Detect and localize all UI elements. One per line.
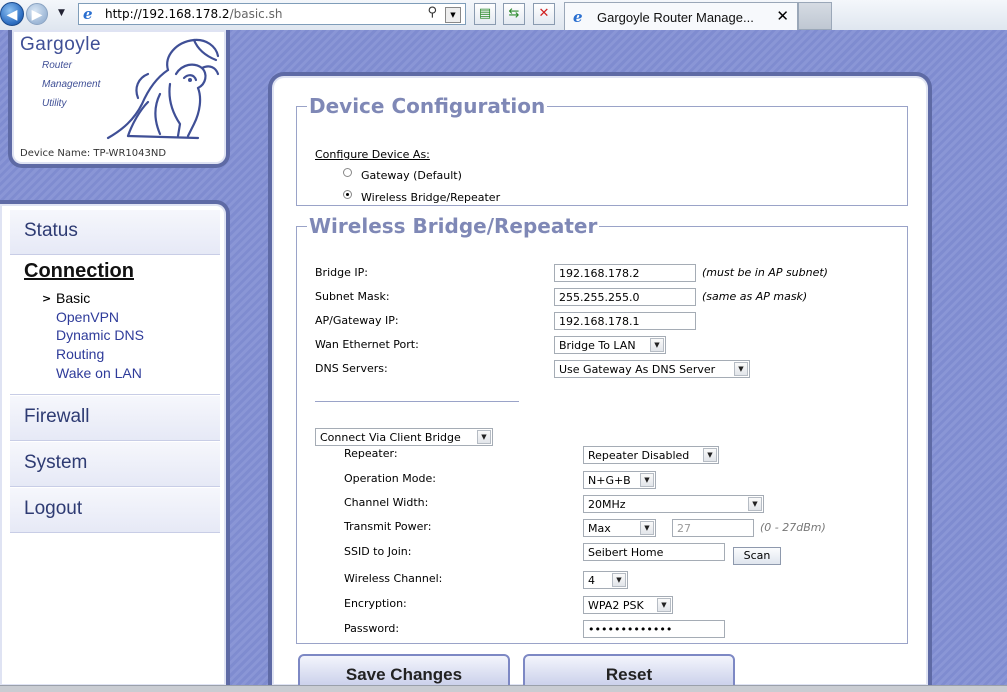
tab-title: Gargoyle Router Manage... [597,10,754,25]
sidebar-item-system[interactable]: System [10,442,220,487]
logo-sub-router: Router [42,60,73,71]
bridge-ip-label: Bridge IP: [315,266,368,279]
sidebar-item-connection[interactable]: Connection > Basic OpenVPN Dynamic DNS R… [10,256,220,395]
sidebar-item-label: Status [24,220,78,241]
password-input[interactable] [583,620,725,638]
section-title: Device Configuration [309,94,546,118]
chevron-down-icon: ▼ [612,573,626,587]
main-content: Device Configuration Configure Device As… [268,72,932,686]
new-tab-button[interactable] [798,2,832,30]
logo-panel: Gargoyle Router Management Utility Devic… [8,30,230,168]
transmit-power-label: Transmit Power: [344,520,432,533]
tab-favicon-icon: e [573,8,583,26]
logo-sub-utility: Utility [42,98,67,109]
current-page-marker: > [42,292,52,305]
radio-bridge[interactable] [343,190,352,199]
sidebar-subitem-wake-on-lan[interactable]: Wake on LAN [56,365,142,381]
radio-gateway[interactable] [343,168,352,177]
compatibility-view-icon[interactable]: ▤ [474,3,496,25]
sidebar-item-label: Logout [24,498,83,519]
subnet-mask-label: Subnet Mask: [315,290,390,303]
chevron-down-icon: ▼ [650,338,664,352]
sidebar-subitem-openvpn[interactable]: OpenVPN [56,309,119,325]
stop-icon[interactable]: ✕ [533,3,555,25]
operation-mode-label: Operation Mode: [344,472,436,485]
transmit-power-select[interactable]: Max ▼ [583,519,656,537]
refresh-icon[interactable]: ⇆ [503,3,525,25]
wireless-channel-label: Wireless Channel: [344,572,443,585]
status-bar [0,685,1007,692]
chevron-down-icon: ▼ [703,448,717,462]
forward-arrow-icon[interactable]: ▶ [26,3,48,25]
tab-close-icon[interactable]: ✕ [776,7,789,25]
chevron-down-icon: ▼ [748,497,762,511]
logo-sub-management: Management [42,79,101,90]
sidebar-item-logout[interactable]: Logout [10,488,220,533]
subnet-mask-note: (same as AP mask) [702,290,808,303]
subnet-mask-input[interactable] [554,288,696,306]
encryption-label: Encryption: [344,597,407,610]
sidebar-item-label: System [24,452,88,473]
ssid-input[interactable] [583,543,725,561]
wireless-bridge-section: Wireless Bridge/Repeater Bridge IP: (mus… [296,214,908,644]
sidebar-subitem-dynamic-dns[interactable]: Dynamic DNS [56,327,144,343]
connect-via-select[interactable]: Connect Via Client Bridge ▼ [315,428,493,446]
ssid-label: SSID to Join: [344,545,412,558]
transmit-power-note: (0 - 27dBm) [760,521,826,534]
repeater-select[interactable]: Repeater Disabled ▼ [583,446,719,464]
address-dropdown-icon[interactable]: ▼ [445,7,461,23]
chevron-down-icon: ▼ [640,473,654,487]
wireless-channel-select[interactable]: 4 ▼ [583,571,628,589]
chevron-down-icon: ▼ [640,521,654,535]
gateway-ip-input[interactable] [554,312,696,330]
sidebar-item-status[interactable]: Status [10,210,220,255]
back-arrow-icon[interactable]: ◀ [0,2,24,26]
bridge-ip-note: (must be in AP subnet) [702,266,828,279]
scan-button[interactable]: Scan [733,547,781,565]
dns-servers-label: DNS Servers: [315,362,388,375]
sidebar-item-firewall[interactable]: Firewall [10,396,220,441]
ie-page-icon: e [83,5,93,23]
logo-title: Gargoyle [20,34,102,55]
password-label: Password: [344,622,400,635]
browser-tab-active[interactable]: e Gargoyle Router Manage... ✕ [564,2,798,30]
channel-width-label: Channel Width: [344,496,429,509]
section-divider [315,401,519,402]
sidebar-item-label: Connection [24,260,134,282]
chevron-down-icon: ▼ [477,430,491,444]
browser-toolbar: ◀ ▶ ▼ e http://192.168.178.2/basic.sh ⚲ … [0,0,1007,31]
history-dropdown-icon[interactable]: ▼ [58,8,65,18]
transmit-power-input[interactable] [672,519,754,537]
radio-bridge-label[interactable]: Wireless Bridge/Repeater [361,191,500,204]
repeater-label: Repeater: [344,447,398,460]
sidebar: Status Connection > Basic OpenVPN Dynami… [0,200,230,686]
wan-port-label: Wan Ethernet Port: [315,338,419,351]
gateway-ip-label: AP/Gateway IP: [315,314,399,327]
chevron-down-icon: ▼ [657,598,671,612]
section-title: Wireless Bridge/Repeater [309,214,598,238]
bridge-ip-input[interactable] [554,264,696,282]
encryption-select[interactable]: WPA2 PSK ▼ [583,596,673,614]
channel-width-select[interactable]: 20MHz ▼ [583,495,764,513]
search-icon[interactable]: ⚲ [427,5,437,20]
wan-port-select[interactable]: Bridge To LAN ▼ [554,336,666,354]
device-name: Device Name: TP-WR1043ND [20,148,167,159]
address-bar[interactable]: e http://192.168.178.2/basic.sh ⚲ ▼ [78,3,466,25]
radio-gateway-label[interactable]: Gateway (Default) [361,169,462,182]
gargoyle-logo-icon [106,38,220,140]
address-url[interactable]: http://192.168.178.2/basic.sh [105,7,282,21]
operation-mode-select[interactable]: N+G+B ▼ [583,471,656,489]
sidebar-subitem-basic[interactable]: Basic [56,290,90,306]
sidebar-subitem-routing[interactable]: Routing [56,346,104,362]
dns-servers-select[interactable]: Use Gateway As DNS Server ▼ [554,360,750,378]
chevron-down-icon: ▼ [734,362,748,376]
configure-as-label: Configure Device As: [315,148,430,161]
device-configuration-section: Device Configuration Configure Device As… [296,94,908,206]
sidebar-item-label: Firewall [24,406,90,427]
